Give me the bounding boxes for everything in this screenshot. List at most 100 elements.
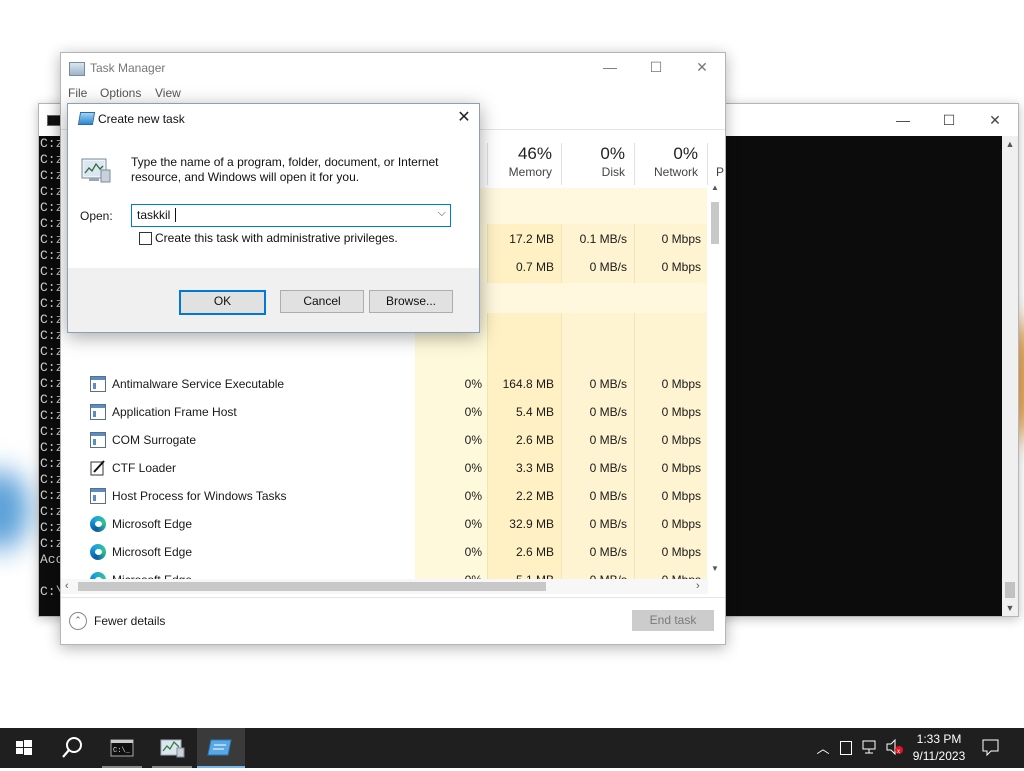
process-name: CTF Loader: [112, 461, 177, 475]
disk-pct: 0%: [600, 144, 625, 163]
show-hidden-icons-button[interactable]: ︿: [814, 738, 832, 758]
chevron-up-icon: ⌃: [69, 612, 87, 630]
notifications-icon[interactable]: [982, 739, 999, 757]
taskbar-task-manager[interactable]: [148, 728, 196, 768]
browse-button[interactable]: Browse...: [369, 290, 453, 313]
cmd-scrollbar[interactable]: ▲ ▼: [1002, 136, 1018, 616]
tm-minimize-button[interactable]: —: [587, 53, 633, 83]
chevron-down-icon[interactable]: ⌵: [438, 207, 446, 220]
dialog-footer: OK Cancel Browse...: [68, 268, 479, 332]
disk-value: 0 MB/s: [589, 405, 627, 419]
tm-horizontal-scrollbar[interactable]: ‹ ›: [61, 579, 708, 594]
search-button[interactable]: [48, 728, 96, 768]
open-combobox[interactable]: taskkil ⌵: [131, 204, 451, 227]
tm-vertical-scrollbar[interactable]: ▲ ▼: [708, 183, 722, 628]
disk-label: Disk: [601, 165, 625, 179]
taskbar-command-prompt[interactable]: C:\_: [98, 728, 146, 768]
memory-value: 17.2 MB: [509, 232, 554, 246]
network-value: 0 Mbps: [661, 517, 701, 531]
create-new-task-dialog[interactable]: Create new task ✕ Type the name of a pro…: [67, 103, 480, 333]
network-icon[interactable]: [862, 740, 878, 754]
disk-value: 0 MB/s: [589, 489, 627, 503]
cancel-button[interactable]: Cancel: [280, 290, 364, 313]
disk-value: 0 MB/s: [589, 260, 627, 274]
table-row[interactable]: Application Frame Host 0% 5.4 MB 0 MB/s 0 Mb…: [61, 398, 708, 426]
task-manager-icon: [69, 62, 85, 76]
network-value: 0 Mbps: [661, 461, 701, 475]
cmd-scroll-up-icon[interactable]: ▲: [1002, 136, 1018, 152]
memory-value: 5.4 MB: [515, 405, 554, 419]
taskbar: C:\_ ︿ x 1:33 PM 9/11/2023: [0, 728, 1024, 768]
column-header-power-partial[interactable]: P: [708, 143, 724, 185]
network-label: Network: [653, 165, 698, 179]
menu-view[interactable]: View: [155, 86, 181, 100]
tm-menubar: File Options View: [61, 83, 725, 103]
tray-tablet-icon[interactable]: [840, 741, 852, 755]
volume-muted-icon[interactable]: x: [886, 738, 904, 756]
clock-date[interactable]: 9/11/2023: [908, 749, 970, 763]
ok-button[interactable]: OK: [179, 290, 266, 315]
cpu-value: 0%: [464, 461, 482, 475]
admin-privileges-label[interactable]: Create this task with administrative pri…: [155, 231, 398, 245]
cpu-value: 0%: [464, 489, 482, 503]
table-row[interactable]: Microsoft Edge 0% 2.6 MB 0 MB/s 0 Mbps: [61, 538, 708, 566]
end-task-button[interactable]: End task: [632, 610, 714, 631]
memory-label: Memory: [508, 165, 552, 179]
memory-value: 2.2 MB: [515, 489, 554, 503]
scroll-left-icon[interactable]: ‹: [65, 580, 69, 592]
menu-file[interactable]: File: [68, 86, 87, 100]
table-row[interactable]: Antimalware Service Executable 0% 164.8 MB…: [61, 370, 708, 398]
table-row[interactable]: Microsoft Edge 0% 32.9 MB 0 MB/s 0 Mbps: [61, 510, 708, 538]
scroll-up-icon[interactable]: ▲: [708, 183, 722, 197]
disk-value: 0 MB/s: [589, 545, 627, 559]
dialog-close-button[interactable]: ✕: [449, 104, 479, 134]
run-icon: [77, 112, 96, 125]
process-name: Antimalware Service Executable: [112, 377, 285, 391]
memory-value: 32.9 MB: [509, 517, 554, 531]
tm-title: Task Manager: [90, 61, 166, 75]
text-caret: [175, 208, 176, 222]
svg-text:x: x: [897, 749, 900, 755]
cmd-maximize-button[interactable]: ☐: [926, 104, 972, 136]
admin-privileges-checkbox[interactable]: [139, 232, 152, 245]
scroll-down-icon[interactable]: ▼: [708, 564, 722, 578]
cpu-value: 0%: [464, 377, 482, 391]
cpu-value: 0%: [464, 545, 482, 559]
process-name: Application Frame Host: [112, 405, 237, 419]
cmd-close-button[interactable]: ✕: [972, 104, 1018, 136]
table-row[interactable]: Microsoft Edge 0% 5.1 MB 0 MB/s 0 Mbps: [61, 566, 708, 580]
network-value: 0 Mbps: [661, 489, 701, 503]
menu-options[interactable]: Options: [100, 86, 141, 100]
tm-titlebar[interactable]: Task Manager — ☐ ✕: [61, 53, 725, 83]
tm-close-button[interactable]: ✕: [679, 53, 725, 83]
disk-value: 0 MB/s: [589, 517, 627, 531]
tm-maximize-button[interactable]: ☐: [633, 53, 679, 83]
start-button[interactable]: [0, 728, 48, 768]
cmd-minimize-button[interactable]: —: [880, 104, 926, 136]
window-icon: [90, 432, 106, 448]
table-row[interactable]: CTF Loader 0% 3.3 MB 0 MB/s 0 Mbps: [61, 454, 708, 482]
taskbar-run-dialog[interactable]: [197, 728, 245, 768]
dialog-titlebar[interactable]: Create new task ✕: [68, 104, 479, 134]
dialog-body: Type the name of a program, folder, docu…: [68, 134, 479, 268]
cmd-scroll-thumb[interactable]: [1005, 582, 1015, 598]
scroll-right-icon[interactable]: ›: [696, 580, 700, 592]
monitor-graph-icon: [81, 158, 111, 183]
table-row[interactable]: COM Surrogate 0% 2.6 MB 0 MB/s 0 Mbps: [61, 426, 708, 454]
column-header-memory[interactable]: 46% Memory: [488, 143, 562, 185]
cmd-scroll-down-icon[interactable]: ▼: [1002, 600, 1018, 616]
clock-time[interactable]: 1:33 PM: [908, 732, 970, 746]
h-scroll-thumb[interactable]: [78, 582, 546, 591]
open-input-value[interactable]: taskkil: [137, 208, 170, 222]
memory-value: 2.6 MB: [515, 545, 554, 559]
scroll-thumb[interactable]: [711, 202, 719, 244]
network-value: 0 Mbps: [661, 232, 701, 246]
cmd-icon: [47, 115, 61, 126]
dialog-description: Type the name of a program, folder, docu…: [131, 155, 439, 184]
column-header-network[interactable]: 0% Network: [635, 143, 708, 185]
table-row[interactable]: Host Process for Windows Tasks 0% 2.2 MB 0 …: [61, 482, 708, 510]
memory-value: 0.7 MB: [515, 260, 554, 274]
column-header-disk[interactable]: 0% Disk: [562, 143, 635, 185]
disk-value: 0 MB/s: [589, 377, 627, 391]
network-value: 0 Mbps: [661, 433, 701, 447]
